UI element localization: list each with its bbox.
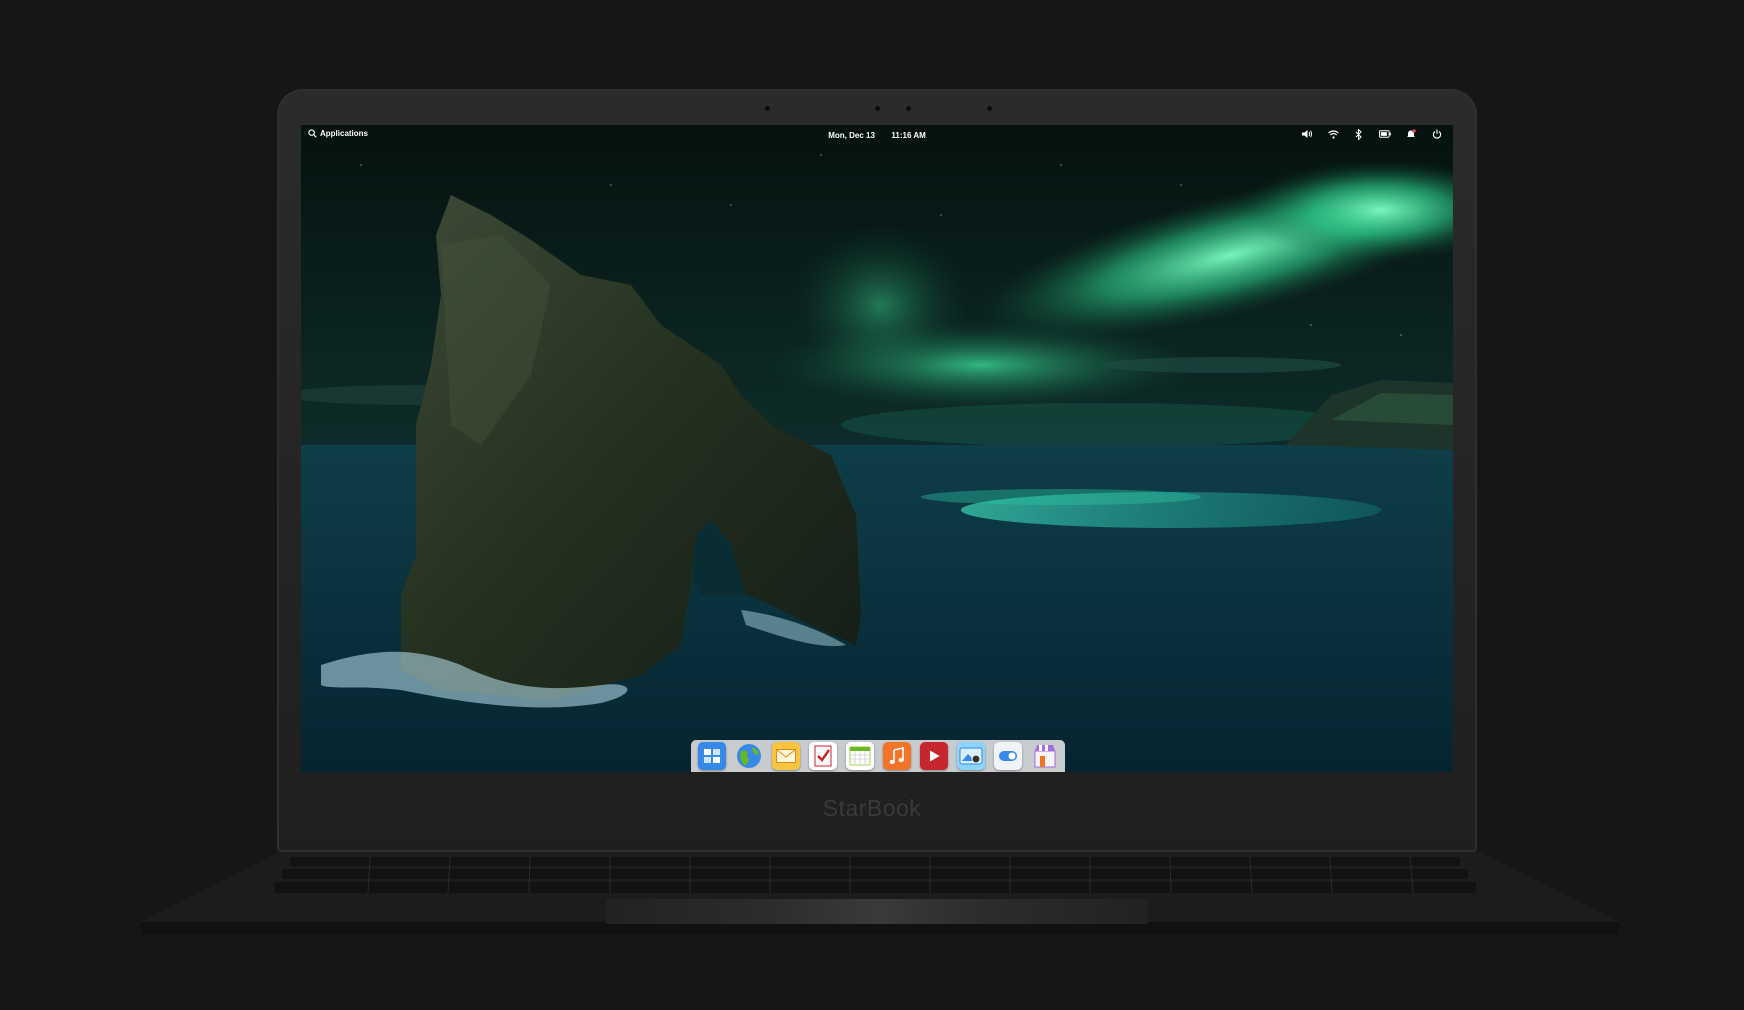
volume-icon[interactable] xyxy=(1301,128,1313,140)
bluetooth-icon[interactable] xyxy=(1353,128,1365,140)
applications-label: Applications xyxy=(320,129,369,138)
power-icon[interactable] xyxy=(1431,128,1443,140)
dock xyxy=(691,740,1065,772)
brand-logo: StarBook xyxy=(822,795,922,821)
wallpaper xyxy=(301,125,1453,772)
laptop: StarBook Applications Mon, Dec 13 11:16 … xyxy=(0,0,1744,1010)
multitasking-view-icon[interactable] xyxy=(697,742,726,770)
notifications-icon[interactable] xyxy=(1405,128,1417,140)
system-tray xyxy=(1301,128,1443,140)
sensor-dot xyxy=(987,106,992,111)
tasks-icon[interactable] xyxy=(808,742,837,770)
web-browser-icon[interactable] xyxy=(735,742,763,770)
screen: Applications Mon, Dec 13 11:16 AM xyxy=(301,125,1453,772)
calendar-icon[interactable] xyxy=(845,742,874,770)
mail-icon[interactable] xyxy=(771,742,800,770)
photos-icon[interactable] xyxy=(956,742,985,770)
wifi-icon[interactable] xyxy=(1327,128,1339,140)
music-icon[interactable] xyxy=(882,742,911,770)
sensor-dot xyxy=(906,106,911,111)
date-time-indicator: Mon, Dec 13 11:16 AM xyxy=(301,131,1453,140)
videos-icon[interactable] xyxy=(919,742,948,770)
applications-menu-button[interactable]: Applications xyxy=(308,129,368,138)
system-settings-icon[interactable] xyxy=(993,742,1022,770)
appcenter-icon[interactable] xyxy=(1031,742,1059,770)
keyboard xyxy=(274,856,1476,894)
search-icon xyxy=(308,129,317,138)
webcam xyxy=(875,106,880,111)
sensor-dot xyxy=(765,106,770,111)
time-label[interactable]: 11:16 AM xyxy=(891,131,925,140)
date-label[interactable]: Mon, Dec 13 xyxy=(828,131,875,140)
touchpad[interactable] xyxy=(606,899,1148,924)
top-panel: Applications Mon, Dec 13 11:16 AM xyxy=(301,125,1453,145)
battery-icon[interactable] xyxy=(1379,128,1391,140)
